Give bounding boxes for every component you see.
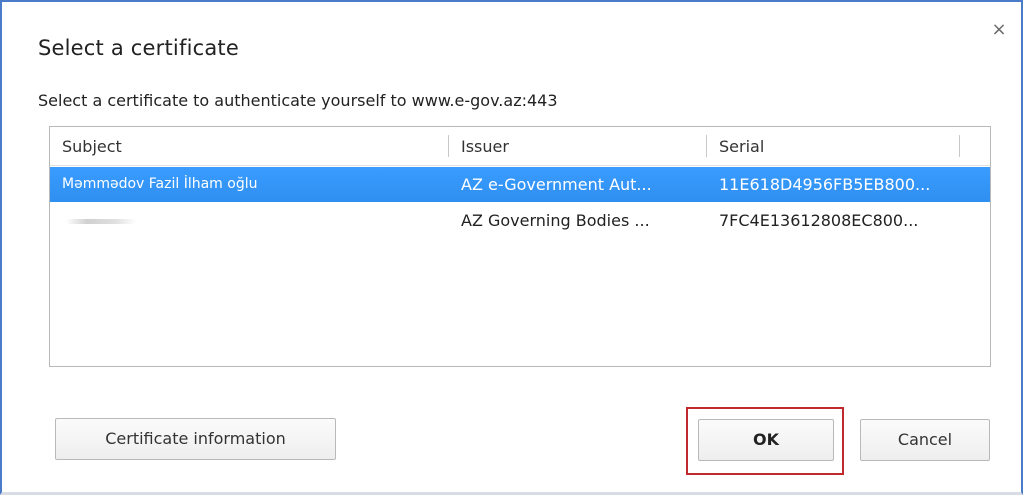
cell-issuer: AZ Governing Bodies ... — [461, 211, 650, 230]
cell-subject — [50, 203, 448, 238]
redacted-subject — [66, 219, 136, 224]
cell-issuer: AZ e-Government Aut... — [461, 175, 652, 194]
column-header-subject[interactable]: Subject — [50, 127, 448, 165]
table-row[interactable]: AZ Governing Bodies ... 7FC4E13612808EC8… — [50, 203, 990, 238]
table-header: Subject Issuer Serial — [50, 127, 990, 166]
dialog-title: Select a certificate — [38, 36, 239, 60]
cell-subject: Məmmədov Fazil İlham oğlu — [62, 176, 258, 192]
cell-serial: 7FC4E13612808EC800... — [719, 211, 919, 230]
certificate-information-button[interactable]: Certificate information — [55, 418, 336, 460]
cancel-button[interactable]: Cancel — [860, 419, 990, 461]
dialog-description: Select a certificate to authenticate you… — [38, 91, 558, 110]
certificate-dialog: Select a certificate × Select a certific… — [0, 0, 1023, 495]
cell-serial: 11E618D4956FB5EB800... — [719, 175, 931, 194]
column-header-serial[interactable]: Serial — [707, 127, 959, 165]
table-row-selected[interactable]: Məmmədov Fazil İlham oğlu AZ e-Governmen… — [50, 167, 990, 202]
ok-button[interactable]: OK — [698, 419, 834, 461]
close-icon[interactable]: × — [989, 20, 1009, 40]
column-divider[interactable] — [959, 135, 960, 157]
certificate-table: Subject Issuer Serial Məmmədov Fazil İlh… — [49, 126, 991, 367]
column-header-issuer[interactable]: Issuer — [449, 127, 706, 165]
